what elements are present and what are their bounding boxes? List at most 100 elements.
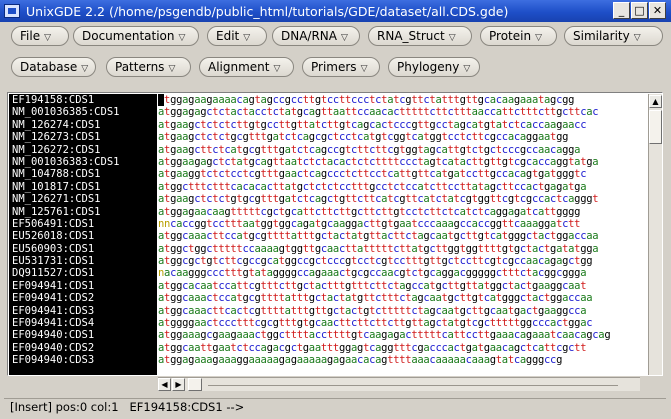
menu-alignment[interactable]: Alignment ▽ — [199, 57, 294, 77]
cursor-position: pos:0 col:1 — [55, 400, 119, 414]
text-cursor — [158, 94, 164, 106]
menu-edit[interactable]: Edit ▽ — [207, 26, 267, 46]
dropdown-arrow-icon: ▽ — [448, 33, 456, 43]
menu-label: File — [20, 29, 41, 43]
dropdown-arrow-icon: ▽ — [273, 64, 281, 74]
dropdown-arrow-icon: ▽ — [633, 33, 641, 43]
dropdown-arrow-icon: ▽ — [44, 33, 52, 43]
menu-label: Patterns — [115, 60, 165, 74]
scroll-right-arrow-icon[interactable]: ▶ — [172, 378, 185, 391]
sequence-names-pane[interactable]: EF194158:CDS1 NM_001036385:CDS1 NM_126274:… — [9, 94, 157, 375]
sequence-row[interactable]: nncaccggtcctttaatggtggcagatgcaaggacttgtg… — [158, 218, 646, 230]
menu-rna-struct[interactable]: RNA_Struct ▽ — [368, 26, 472, 46]
window-title: UnixGDE 2.2 (/home/psgendb/public_html/t… — [26, 3, 509, 19]
dropdown-arrow-icon: ▽ — [81, 64, 89, 74]
edit-mode: [Insert] — [10, 400, 52, 414]
sequence-row[interactable]: atgaagcttctcatgcgtttgatctcagccgtcttcttcg… — [158, 144, 646, 156]
sequence-row[interactable]: atgaagctctctgcgtttgatctcagcgctcctcatgtcg… — [158, 131, 646, 143]
sequence-row[interactable]: atggaagagctctatgcagttaatctctacactctctttt… — [158, 156, 646, 168]
sequence-name-row[interactable]: NM_125761:CDS1 — [9, 206, 157, 218]
menu-label: RNA_Struct — [377, 29, 445, 43]
menu-similarity[interactable]: Similarity ▽ — [564, 26, 663, 46]
sequence-row[interactable]: atggcaattgaatctccagacgctgaatttggagtcaggt… — [158, 342, 646, 354]
menu-label: Primers — [311, 60, 357, 74]
dropdown-arrow-icon: ▽ — [535, 33, 542, 43]
dropdown-arrow-icon: ▽ — [463, 64, 471, 74]
app-icon[interactable] — [4, 4, 20, 18]
sequence-name-row[interactable]: NM_001036383:CDS1 — [9, 156, 157, 168]
menu-documentation[interactable]: Documentation ▽ — [73, 26, 199, 46]
sequence-row[interactable]: atggcaaactccatgcgttttatttgctactatgttcttt… — [158, 292, 646, 304]
sequence-data-pane[interactable]: atggagaagaaaacagtagccgccttgtccttccctctat… — [158, 94, 646, 375]
dropdown-arrow-icon: ▽ — [341, 33, 348, 43]
sequence-row[interactable]: atggagaaagaaaggaaaaagagaaaaagagaacacagtt… — [158, 354, 646, 366]
sequence-row[interactable]: atggagagctctactacctctatgcagttaattccaacac… — [158, 106, 646, 118]
sequence-name-row[interactable]: EF094940:CDS1 — [9, 329, 157, 341]
horizontal-scrollbar[interactable]: ◀ ▶ — [158, 377, 640, 391]
horizontal-scroll-thumb[interactable] — [188, 378, 202, 391]
current-sequence-name: EF194158:CDS1 — [129, 400, 223, 414]
sequence-name-row[interactable]: EF094940:CDS2 — [9, 342, 157, 354]
sequence-row[interactable]: atggggaactccctttcgcgtttgtgcaacttcttcttct… — [158, 317, 646, 329]
status-bar: [Insert] pos:0 col:1 EF194158:CDS1 --> — [4, 398, 666, 416]
sequence-row[interactable]: atggcaaacttccatgcgttttatttgctactatgttact… — [158, 230, 646, 242]
sequence-row[interactable]: atgaaggtctctcctcgtttgaactcagccctcttcctca… — [158, 168, 646, 180]
sequence-name-row[interactable]: NM_126274:CDS1 — [9, 119, 157, 131]
scroll-up-arrow-icon[interactable]: ▲ — [649, 95, 662, 108]
menu-label: Phylogeny — [397, 60, 460, 74]
dropdown-arrow-icon: ▽ — [243, 33, 251, 43]
vertical-scrollbar[interactable]: ▲ — [648, 94, 662, 375]
menu-file[interactable]: File ▽ — [11, 26, 69, 46]
scroll-track-line — [208, 385, 618, 386]
sequence-name-row[interactable]: EF194158:CDS1 — [9, 94, 157, 106]
sequence-name-row[interactable]: EU560903:CDS1 — [9, 243, 157, 255]
menu-dna-rna[interactable]: DNA/RNA ▽ — [272, 26, 360, 46]
sequence-name-row[interactable]: NM_126272:CDS1 — [9, 144, 157, 156]
close-button[interactable]: ✕ — [649, 2, 666, 19]
title-bar[interactable]: UnixGDE 2.2 (/home/psgendb/public_html/t… — [0, 0, 671, 22]
menu-patterns[interactable]: Patterns ▽ — [106, 57, 191, 77]
vertical-scroll-thumb[interactable] — [649, 110, 662, 144]
sequence-row[interactable]: atggagaacaagtttttcgctgcattcttcttgcttcttg… — [158, 206, 646, 218]
sequence-name-row[interactable]: NM_101817:CDS1 — [9, 181, 157, 193]
sequence-name-row[interactable]: EF094941:CDS4 — [9, 317, 157, 329]
menu-label: Alignment — [208, 60, 270, 74]
sequence-editor: EF194158:CDS1 NM_001036385:CDS1 NM_126274:… — [7, 92, 663, 376]
sequence-row[interactable]: atggagaagaaaacagtagccgccttgtccttccctctat… — [158, 94, 646, 106]
sequence-name-row[interactable]: NM_104788:CDS1 — [9, 168, 157, 180]
menu-label: Documentation — [82, 29, 175, 43]
menu-label: DNA/RNA — [281, 29, 337, 43]
sequence-row[interactable]: atgaagctctctcttgtgccttgttatcttgtcagcactc… — [158, 119, 646, 131]
dropdown-arrow-icon: ▽ — [168, 64, 176, 74]
sequence-name-row[interactable]: EF094941:CDS3 — [9, 305, 157, 317]
sequence-name-row[interactable]: EF094941:CDS1 — [9, 280, 157, 292]
sequence-row[interactable]: atggcaaacttcactcgttttatttgttgctactgtcttt… — [158, 305, 646, 317]
menu-database[interactable]: Database ▽ — [11, 57, 96, 77]
menu-phylogeny[interactable]: Phylogeny ▽ — [388, 57, 480, 77]
sequence-name-row[interactable]: DQ911527:CDS1 — [9, 267, 157, 279]
sequence-name-row[interactable]: EF506491:CDS1 — [9, 218, 157, 230]
sequence-name-row[interactable]: NM_126271:CDS1 — [9, 193, 157, 205]
sequence-row[interactable]: atggctggctttttccaaaagtggttgcaacttatttttc… — [158, 243, 646, 255]
dropdown-arrow-icon: ▽ — [360, 64, 368, 74]
sequence-name-row[interactable]: EU531731:CDS1 — [9, 255, 157, 267]
sequence-name-row[interactable]: EU526018:CDS1 — [9, 230, 157, 242]
sequence-name-row[interactable]: EF094940:CDS3 — [9, 354, 157, 366]
sequence-name-row[interactable]: NM_001036385:CDS1 — [9, 106, 157, 118]
sequence-row[interactable]: atggcgctgtcttcgccgcatggccgctcccgtcctcgtc… — [158, 255, 646, 267]
sequence-row[interactable]: atggaaagcgaagaaactggcttttaccttttgtcaagag… — [158, 329, 646, 341]
menu-protein[interactable]: Protein ▽ — [480, 26, 557, 46]
scroll-left-arrow-icon[interactable]: ◀ — [158, 378, 171, 391]
minimize-button[interactable]: _ — [613, 2, 630, 19]
sequence-row[interactable]: nacaagggccctttgtataggggccagaaactgcgccaac… — [158, 267, 646, 279]
menu-label: Protein — [489, 29, 532, 43]
maximize-button[interactable]: □ — [631, 2, 648, 19]
sequence-name-row[interactable]: EF094941:CDS2 — [9, 292, 157, 304]
sequence-name-row[interactable]: NM_126273:CDS1 — [9, 131, 157, 143]
menu-primers[interactable]: Primers ▽ — [302, 57, 380, 77]
status-arrow: --> — [226, 400, 245, 414]
sequence-row[interactable]: atggcacaatccattcgtttcttgctactttgtttcttct… — [158, 280, 646, 292]
sequence-row[interactable]: atgaagctctctgtgcgtttgatctcagctgttcttcatc… — [158, 193, 646, 205]
sequence-row[interactable]: atggctttctttcacacacttatgctctctcctttgcctc… — [158, 181, 646, 193]
menu-label: Database — [20, 60, 78, 74]
